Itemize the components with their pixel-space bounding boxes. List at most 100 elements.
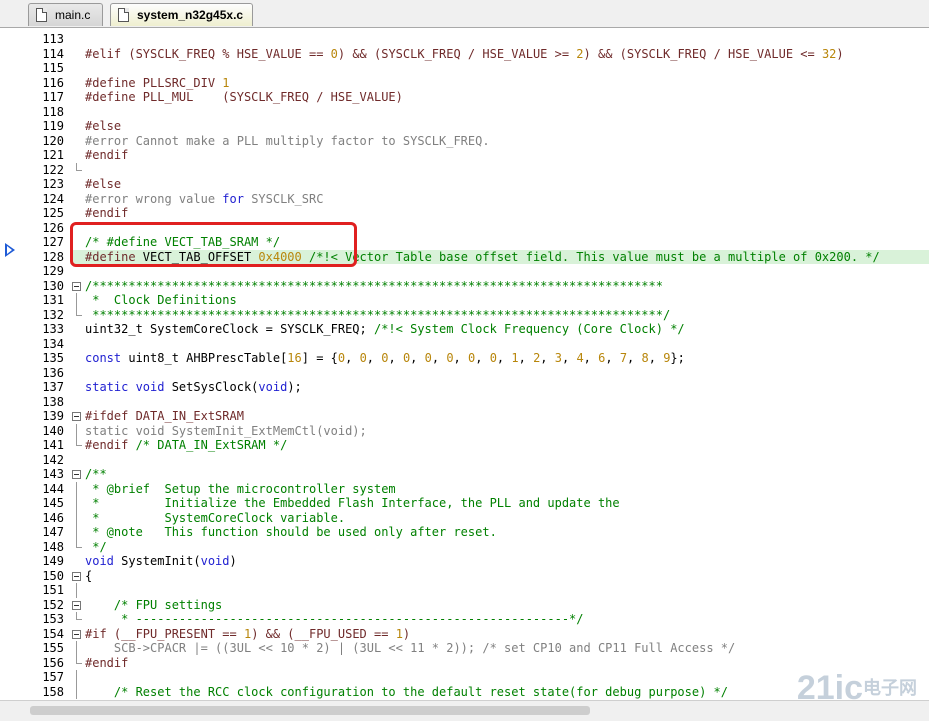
code-line[interactable]: 146 * SystemCoreClock variable. (0, 510, 929, 526)
code-line[interactable]: 138 (0, 395, 929, 410)
fold-toggle-icon[interactable] (71, 569, 83, 584)
code-token: ); (287, 380, 302, 394)
code-line[interactable]: 144 * @brief Setup the microcontroller s… (0, 481, 929, 496)
fold-margin (71, 380, 83, 395)
code-line[interactable]: 150 { (0, 569, 929, 584)
code-line[interactable]: 122 (0, 162, 929, 178)
code-line[interactable]: 139 #ifdef DATA_IN_ExtSRAM (0, 409, 929, 424)
line-number: 116 (42, 75, 64, 90)
line-number: 152 (42, 597, 64, 612)
code-line[interactable]: 145 * Initialize the Embedded Flash Inte… (0, 496, 929, 511)
code-line[interactable]: 114 #elif (SYSCLK_FREQ % HSE_VALUE == 0) … (0, 47, 929, 62)
code-text: * SystemCoreClock variable. (85, 511, 345, 526)
code-line[interactable]: 142 (0, 453, 929, 468)
code-line[interactable]: 125 #endif (0, 206, 929, 221)
code-token: , (453, 351, 468, 365)
fold-margin (71, 177, 83, 192)
code-line[interactable]: 152 /* FPU settings (0, 598, 929, 613)
code-line[interactable]: 143 /** (0, 467, 929, 482)
fold-margin (71, 351, 83, 366)
line-number: 148 (42, 539, 64, 554)
code-text: /** (85, 467, 107, 482)
code-token: SystemInit( (113, 554, 201, 568)
code-token: ] = { (301, 351, 338, 365)
code-line[interactable]: 124 #error wrong value for SYSCLK_SRC (0, 192, 929, 207)
code-text: { (85, 569, 92, 584)
code-text: #elif (SYSCLK_FREQ % HSE_VALUE == 0) && … (85, 47, 844, 62)
code-line[interactable]: 154 #if (__FPU_PRESENT == 1) && (__FPU_US… (0, 627, 929, 642)
code-token: uint32_t SystemCoreClock = SYSCLK_FREQ; (85, 322, 374, 336)
code-token: , (388, 351, 403, 365)
code-text: #endif (85, 206, 128, 221)
code-text: #define PLLSRC_DIV 1 (85, 76, 230, 91)
code-line[interactable]: 130 /************************************… (0, 279, 929, 294)
line-number: 142 (42, 452, 64, 467)
fold-margin (71, 105, 83, 120)
code-token: * Clock Definitions (85, 293, 237, 307)
fold-toggle-icon[interactable] (71, 598, 83, 613)
code-line[interactable]: 140 static void SystemInit_ExtMemCtl(void… (0, 423, 929, 438)
fold-toggle-icon[interactable] (71, 409, 83, 424)
code-line[interactable]: 141 #endif /* DATA_IN_ExtSRAM */ (0, 438, 929, 453)
code-editor[interactable]: 113 114 #elif (SYSCLK_FREQ % HSE_VALUE == … (0, 28, 929, 700)
code-line[interactable]: 148 */ (0, 539, 929, 555)
code-text: void SystemInit(void) (85, 554, 237, 569)
tab-main-c[interactable]: main.c (28, 3, 103, 26)
line-number: 119 (42, 119, 64, 133)
horizontal-scrollbar[interactable] (0, 700, 929, 721)
scrollbar-thumb[interactable] (30, 706, 590, 715)
code-token: uint8_t AHBPrescTable[ (121, 351, 288, 365)
code-line[interactable]: 134 (0, 337, 929, 352)
code-line[interactable]: 119 #else (0, 119, 929, 134)
code-line[interactable]: 136 (0, 366, 929, 381)
fold-margin (71, 61, 83, 76)
code-line[interactable]: 151 (0, 583, 929, 598)
code-text: * Clock Definitions (85, 293, 237, 308)
code-token: , (366, 351, 382, 365)
code-token: /* DATA_IN_ExtSRAM */ (135, 438, 288, 452)
line-number: 117 (42, 90, 64, 104)
code-token: SYSCLK_SRC (243, 191, 324, 206)
code-line[interactable]: 158 /* Reset the RCC clock configuration… (0, 684, 929, 699)
code-line[interactable]: 155 SCB->CPACR |= ((3UL << 10 * 2) | (3U… (0, 641, 929, 656)
fold-line-marker (71, 670, 83, 685)
tab-system-n32g45x-c[interactable]: system_n32g45x.c (110, 3, 253, 26)
code-line[interactable]: 115 (0, 61, 929, 76)
code-line[interactable]: 156 #endif (0, 655, 929, 671)
fold-toggle-icon[interactable] (71, 627, 83, 642)
code-line[interactable]: 132 ************************************… (0, 307, 929, 323)
code-line[interactable]: 113 (0, 32, 929, 47)
fold-margin (71, 206, 83, 221)
code-line[interactable]: 116 #define PLLSRC_DIV 1 (0, 76, 929, 91)
code-token: , (605, 351, 620, 365)
code-line[interactable]: 131 * Clock Definitions (0, 293, 929, 308)
code-line[interactable]: 133 uint32_t SystemCoreClock = SYSCLK_FRE… (0, 322, 929, 337)
code-line[interactable]: 147 * @note This function should be used… (0, 525, 929, 540)
code-line[interactable]: 120 #error Cannot make a PLL multiply fac… (0, 134, 929, 149)
code-token: * @note This function should be used onl… (85, 525, 497, 539)
code-text: #error Cannot make a PLL multiply factor… (85, 134, 490, 149)
code-line[interactable]: 157 (0, 670, 929, 685)
code-line[interactable]: 153 * ----------------------------------… (0, 612, 929, 627)
code-token: SetSysClock( (164, 380, 259, 394)
code-line[interactable]: 117 #define PLL_MUL (SYSCLK_FREQ / HSE_VA… (0, 90, 929, 105)
code-line[interactable]: 149 void SystemInit(void) (0, 554, 929, 569)
fold-margin (71, 395, 83, 410)
code-line[interactable]: 123 #else (0, 177, 929, 192)
code-token: 0 (330, 46, 338, 61)
code-line[interactable]: 121 #endif (0, 148, 929, 163)
code-token: 0 (424, 351, 432, 365)
fold-toggle-icon[interactable] (71, 467, 83, 482)
fold-end-marker (71, 655, 83, 671)
code-line[interactable]: 118 (0, 105, 929, 120)
code-token: , (431, 351, 447, 365)
fold-toggle-icon[interactable] (71, 279, 83, 294)
code-token: #error Cannot make a PLL multiply factor… (85, 133, 490, 148)
line-number: 132 (42, 307, 64, 322)
code-line[interactable]: 137 static void SetSysClock(void); (0, 380, 929, 395)
line-number: 141 (42, 438, 64, 452)
code-text: #error wrong value for SYSCLK_SRC (85, 192, 323, 207)
code-text: */ (85, 540, 106, 555)
line-number: 133 (42, 322, 64, 336)
code-line[interactable]: 135 const uint8_t AHBPrescTable[16] = {0,… (0, 351, 929, 366)
